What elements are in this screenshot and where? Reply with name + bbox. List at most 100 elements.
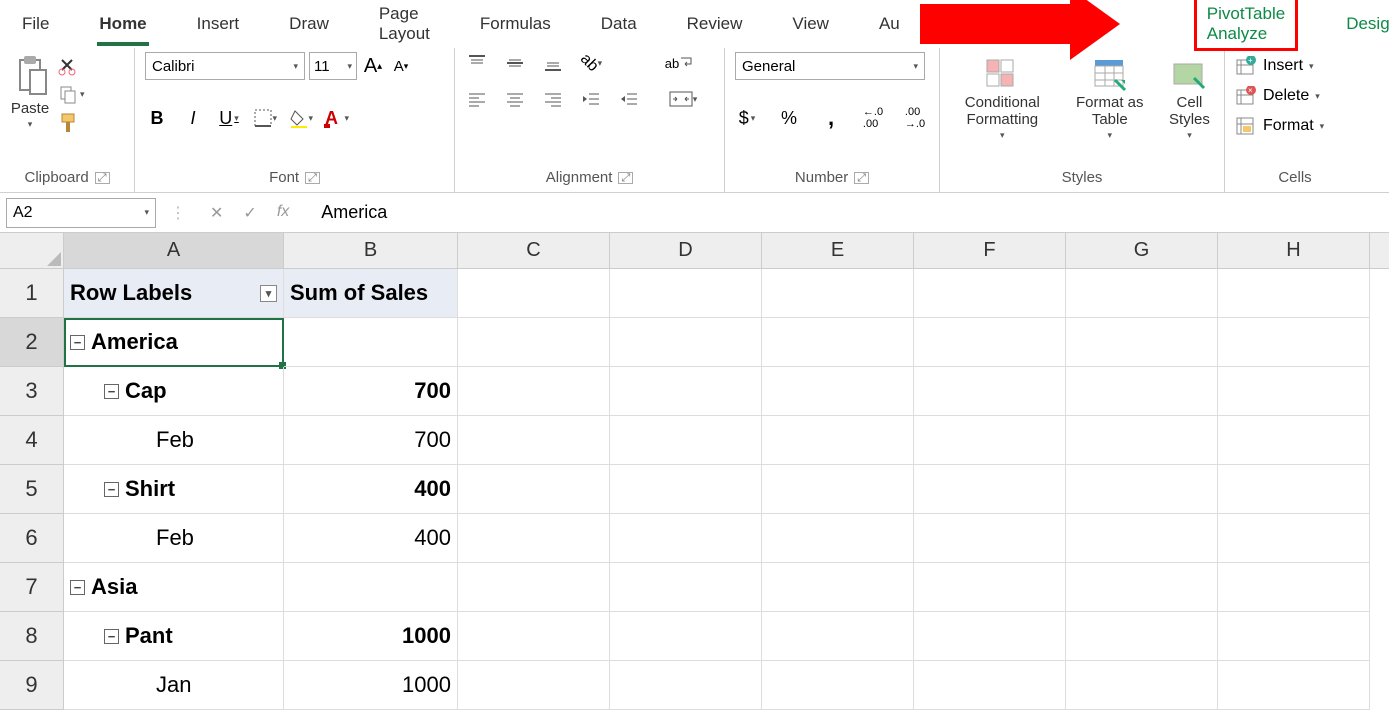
col-header-A[interactable]: A [64, 233, 284, 268]
row-header[interactable]: 3 [0, 367, 64, 416]
cell[interactable]: Feb [64, 416, 284, 465]
cell[interactable] [762, 318, 914, 367]
col-header-G[interactable]: G [1066, 233, 1218, 268]
comma-format-icon[interactable]: , [819, 106, 843, 130]
align-center-icon[interactable] [503, 88, 527, 110]
collapse-icon[interactable]: − [70, 580, 85, 595]
row-header[interactable]: 4 [0, 416, 64, 465]
cell[interactable] [1218, 318, 1370, 367]
cell[interactable]: Feb [64, 514, 284, 563]
cell[interactable]: 700 [284, 416, 458, 465]
cell[interactable]: 400 [284, 514, 458, 563]
cell[interactable] [1218, 661, 1370, 710]
decrease-font-icon[interactable]: A▾ [389, 54, 413, 78]
format-painter-button[interactable] [58, 112, 85, 134]
tab-page-layout[interactable]: Page Layout [377, 0, 432, 50]
cell[interactable] [610, 612, 762, 661]
increase-indent-icon[interactable] [617, 88, 641, 110]
collapse-icon[interactable]: − [104, 482, 119, 497]
cell[interactable] [914, 465, 1066, 514]
orientation-icon[interactable]: ab▾ [579, 52, 603, 74]
cancel-formula-icon[interactable]: ✕ [210, 203, 223, 223]
increase-font-icon[interactable]: A▴ [361, 54, 385, 78]
font-size-select[interactable]: 11▾ [309, 52, 357, 80]
cell[interactable] [458, 269, 610, 318]
cell[interactable]: −America [64, 318, 284, 367]
align-left-icon[interactable] [465, 88, 489, 110]
cell[interactable] [762, 416, 914, 465]
cell[interactable] [762, 367, 914, 416]
alignment-launcher[interactable]: ⤢ [618, 172, 633, 184]
cell[interactable] [1218, 269, 1370, 318]
italic-button[interactable]: I [181, 106, 205, 130]
cell[interactable] [1218, 416, 1370, 465]
align-middle-icon[interactable] [503, 52, 527, 74]
row-header[interactable]: 1 [0, 269, 64, 318]
cell[interactable] [610, 514, 762, 563]
cell[interactable] [458, 318, 610, 367]
number-launcher[interactable]: ⤢ [854, 172, 869, 184]
accounting-format-icon[interactable]: $▾ [735, 106, 759, 130]
cell[interactable] [1066, 416, 1218, 465]
cell[interactable]: −Shirt [64, 465, 284, 514]
increase-decimal-icon[interactable]: ←.0.00 [861, 106, 885, 130]
cell[interactable] [610, 465, 762, 514]
cell[interactable] [610, 318, 762, 367]
tab-insert[interactable]: Insert [195, 8, 242, 40]
percent-format-icon[interactable]: % [777, 106, 801, 130]
font-name-select[interactable]: Calibri▾ [145, 52, 305, 80]
cell[interactable] [1066, 563, 1218, 612]
enter-formula-icon[interactable]: ✓ [243, 203, 256, 223]
tab-file[interactable]: File [20, 8, 51, 40]
formula-bar-input[interactable]: America [305, 202, 1389, 223]
cell-styles-button[interactable]: Cell Styles▾ [1165, 58, 1214, 141]
cell[interactable]: 1000 [284, 612, 458, 661]
cell[interactable] [762, 661, 914, 710]
tab-home[interactable]: Home [97, 8, 148, 40]
cell[interactable] [458, 612, 610, 661]
tab-formulas[interactable]: Formulas [478, 8, 553, 40]
col-header-H[interactable]: H [1218, 233, 1370, 268]
cell[interactable] [458, 465, 610, 514]
decrease-decimal-icon[interactable]: .00→.0 [903, 106, 927, 130]
cell[interactable] [284, 318, 458, 367]
clipboard-launcher[interactable]: ⤢ [95, 172, 110, 184]
tab-draw[interactable]: Draw [287, 8, 331, 40]
cell[interactable] [610, 563, 762, 612]
cell[interactable] [1066, 318, 1218, 367]
name-box[interactable]: A2▾ [6, 198, 156, 228]
cell[interactable] [762, 514, 914, 563]
conditional-formatting-button[interactable]: Conditional Formatting▾ [950, 58, 1055, 141]
cell[interactable] [1218, 612, 1370, 661]
cell[interactable] [914, 318, 1066, 367]
row-header[interactable]: 5 [0, 465, 64, 514]
decrease-indent-icon[interactable] [579, 88, 603, 110]
cell[interactable] [914, 416, 1066, 465]
cell[interactable] [458, 416, 610, 465]
row-header[interactable]: 7 [0, 563, 64, 612]
bold-button[interactable]: B [145, 106, 169, 130]
cell[interactable] [610, 269, 762, 318]
tab-review[interactable]: Review [685, 8, 745, 40]
cell[interactable] [1066, 269, 1218, 318]
cell[interactable] [610, 367, 762, 416]
merge-center-icon[interactable]: ▾ [663, 88, 703, 110]
cell[interactable] [762, 612, 914, 661]
cell[interactable]: 400 [284, 465, 458, 514]
cell[interactable] [762, 563, 914, 612]
cell[interactable] [284, 563, 458, 612]
fx-icon[interactable]: fx [277, 203, 289, 223]
cell[interactable]: −Cap [64, 367, 284, 416]
tab-pivottable-analyze[interactable]: PivotTable Analyze [1194, 0, 1298, 51]
cell[interactable] [914, 269, 1066, 318]
font-launcher[interactable]: ⤢ [305, 172, 320, 184]
col-header-D[interactable]: D [610, 233, 762, 268]
collapse-icon[interactable]: − [70, 335, 85, 350]
cell[interactable] [1218, 563, 1370, 612]
border-button[interactable]: ▾ [253, 106, 277, 130]
row-header[interactable]: 8 [0, 612, 64, 661]
row-header[interactable]: 2 [0, 318, 64, 367]
cell[interactable] [762, 269, 914, 318]
paste-button[interactable]: Paste▾ [11, 100, 49, 130]
cell[interactable] [458, 563, 610, 612]
